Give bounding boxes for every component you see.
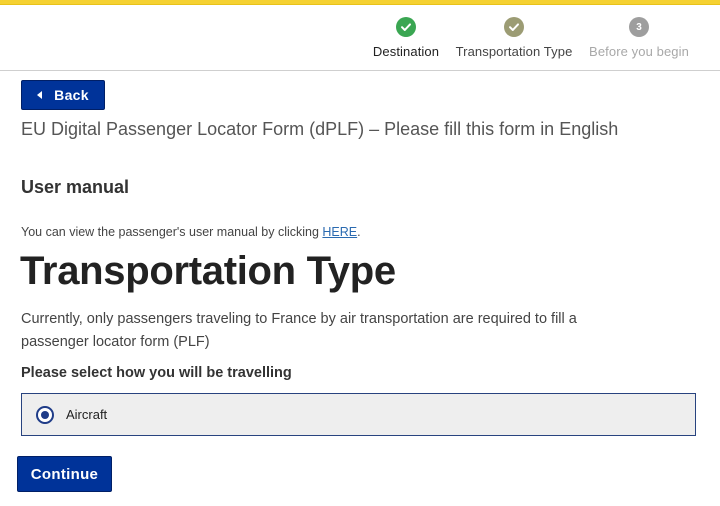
transport-option-aircraft[interactable]: Aircraft: [21, 393, 696, 436]
step-label: Before you begin: [589, 44, 689, 59]
progress-stepper: Destination Transportation Type 3 Before…: [0, 17, 720, 67]
back-button-label: Back: [54, 87, 89, 103]
option-label: Aircraft: [66, 407, 108, 422]
step-number-badge: 3: [629, 17, 649, 37]
step-destination: Destination: [370, 17, 442, 59]
form-title: EU Digital Passenger Locator Form (dPLF)…: [21, 119, 619, 139]
transport-select-label: Please select how you will be travelling: [21, 365, 292, 381]
page-description: Currently, only passengers traveling to …: [21, 311, 577, 350]
user-manual-suffix: .: [357, 225, 361, 239]
radio-selected-icon[interactable]: [36, 405, 54, 424]
user-manual-heading: User manual: [21, 177, 130, 197]
top-accent-bar: [0, 0, 720, 5]
step-completed-check-icon: [396, 17, 416, 37]
back-button[interactable]: Back: [21, 80, 105, 110]
step-label: Transportation Type: [455, 44, 573, 59]
page-title: Transportation Type: [20, 249, 396, 293]
step-transportation-type: Transportation Type: [452, 17, 576, 59]
radio-dot: [41, 410, 49, 419]
user-manual-link[interactable]: HERE: [322, 225, 357, 239]
user-manual-prefix: You can view the passenger's user manual…: [21, 225, 323, 239]
continue-button[interactable]: Continue: [17, 456, 112, 492]
header-divider: [0, 70, 720, 71]
step-current-check-icon: [504, 17, 524, 37]
step-label: Destination: [372, 44, 440, 59]
caret-left-icon: [37, 91, 43, 99]
step-before-you-begin: 3 Before you begin: [586, 17, 692, 59]
user-manual-text: You can view the passenger's user manual…: [21, 225, 361, 239]
